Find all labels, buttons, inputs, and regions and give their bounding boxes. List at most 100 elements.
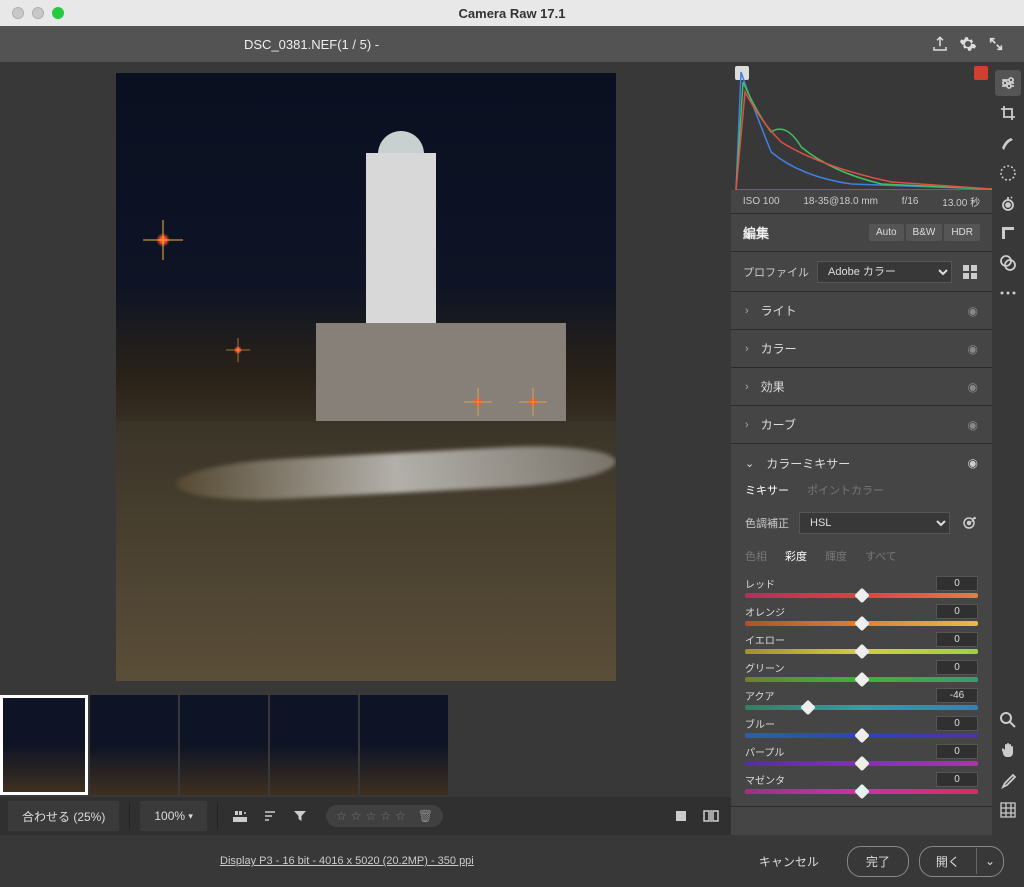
grid-view-icon[interactable] xyxy=(228,804,252,828)
slider-track[interactable] xyxy=(745,677,978,682)
filmstrip-thumb[interactable] xyxy=(180,695,268,795)
tool-strip xyxy=(992,62,1024,835)
profile-browser-icon[interactable] xyxy=(960,262,980,282)
histogram[interactable] xyxy=(731,62,992,190)
compare-split-icon[interactable] xyxy=(699,804,723,828)
export-icon[interactable] xyxy=(926,30,954,58)
slider-オレンジ: オレンジ 0 xyxy=(745,604,978,626)
settings-icon[interactable] xyxy=(954,30,982,58)
panel-curves[interactable]: ›カーブ◉ xyxy=(731,406,992,444)
presets-tool-icon[interactable] xyxy=(995,250,1021,276)
color-sampler-icon[interactable] xyxy=(995,767,1021,793)
footer-bar: Display P3 - 16 bit - 4016 x 5020 (20.2M… xyxy=(0,835,1024,887)
slider-アクア: アクア -46 xyxy=(745,688,978,710)
slider-value[interactable]: -46 xyxy=(936,688,978,703)
filmstrip-thumb[interactable] xyxy=(90,695,178,795)
photo-preview xyxy=(116,73,616,681)
tab-hue[interactable]: 色相 xyxy=(745,548,767,564)
zoom-100-button[interactable]: 100% ▾ xyxy=(140,801,207,831)
slider-label: マゼンタ xyxy=(745,772,785,787)
tab-point-color[interactable]: ポイントカラー xyxy=(807,482,884,498)
cancel-button[interactable]: キャンセル xyxy=(741,847,837,876)
slider-label: アクア xyxy=(745,688,775,703)
eye-icon[interactable]: ◉ xyxy=(968,342,978,356)
slider-value[interactable]: 0 xyxy=(936,576,978,591)
eye-icon[interactable]: ◉ xyxy=(968,380,978,394)
trash-icon[interactable]: 🗑 xyxy=(418,809,433,823)
slider-イエロー: イエロー 0 xyxy=(745,632,978,654)
slider-label: グリーン xyxy=(745,660,785,675)
hand-tool-icon[interactable] xyxy=(995,737,1021,763)
slider-グリーン: グリーン 0 xyxy=(745,660,978,682)
targeted-adjustment-icon[interactable] xyxy=(960,514,978,532)
filmstrip-thumb[interactable] xyxy=(360,695,448,795)
slider-value[interactable]: 0 xyxy=(936,744,978,759)
panel-header[interactable]: ⌄カラーミキサー◉ xyxy=(731,444,992,482)
snapshot-tool-icon[interactable] xyxy=(995,220,1021,246)
slider-value[interactable]: 0 xyxy=(936,716,978,731)
grid-icon[interactable] xyxy=(995,797,1021,823)
chevron-down-icon[interactable]: ⌄ xyxy=(976,848,1003,874)
open-button[interactable]: 開く⌄ xyxy=(919,846,1004,877)
eye-icon[interactable]: ◉ xyxy=(968,456,978,470)
star-icon[interactable]: ☆ xyxy=(351,809,362,823)
compare-single-icon[interactable] xyxy=(669,804,693,828)
tab-mixer[interactable]: ミキサー xyxy=(745,482,789,498)
done-button[interactable]: 完了 xyxy=(847,846,909,877)
panel-light[interactable]: ›ライト◉ xyxy=(731,292,992,330)
chevron-right-icon: › xyxy=(745,343,749,355)
profile-row: プロファイル Adobe カラー xyxy=(731,252,992,292)
chevron-right-icon: › xyxy=(745,419,749,431)
eye-icon[interactable]: ◉ xyxy=(968,304,978,318)
slider-ブルー: ブルー 0 xyxy=(745,716,978,738)
chevron-down-icon: ⌄ xyxy=(745,457,754,470)
star-icon[interactable]: ☆ xyxy=(365,809,376,823)
panel-color-mixer: ⌄カラーミキサー◉ ミキサー ポイントカラー 色調補正 HSL 色相 彩度 輝度… xyxy=(731,444,992,807)
edit-tool-icon[interactable] xyxy=(995,70,1021,96)
crop-tool-icon[interactable] xyxy=(995,100,1021,126)
filmstrip-thumb[interactable] xyxy=(270,695,358,795)
rating-stars[interactable]: ☆☆☆☆☆ 🗑 xyxy=(326,805,443,827)
slider-value[interactable]: 0 xyxy=(936,772,978,787)
hsl-mode-select[interactable]: HSL xyxy=(799,512,950,534)
star-icon[interactable]: ☆ xyxy=(395,809,406,823)
slider-track[interactable] xyxy=(745,789,978,794)
slider-value[interactable]: 0 xyxy=(936,660,978,675)
slider-track[interactable] xyxy=(745,705,978,710)
slider-track[interactable] xyxy=(745,761,978,766)
slider-value[interactable]: 0 xyxy=(936,632,978,647)
slider-track[interactable] xyxy=(745,649,978,654)
redeye-tool-icon[interactable] xyxy=(995,190,1021,216)
auto-button[interactable]: Auto xyxy=(869,224,904,241)
filmstrip xyxy=(0,691,731,797)
eye-icon[interactable]: ◉ xyxy=(968,418,978,432)
tab-saturation[interactable]: 彩度 xyxy=(785,548,807,564)
healing-tool-icon[interactable] xyxy=(995,130,1021,156)
hdr-button[interactable]: HDR xyxy=(944,224,980,241)
sort-icon[interactable] xyxy=(258,804,282,828)
fullscreen-icon[interactable] xyxy=(982,30,1010,58)
slider-track[interactable] xyxy=(745,593,978,598)
filter-icon[interactable] xyxy=(288,804,312,828)
profile-select[interactable]: Adobe カラー xyxy=(817,261,952,283)
zoom-tool-icon[interactable] xyxy=(995,707,1021,733)
chevron-right-icon: › xyxy=(745,305,749,317)
mask-tool-icon[interactable] xyxy=(995,160,1021,186)
tab-all[interactable]: すべて xyxy=(865,548,897,564)
star-icon[interactable]: ☆ xyxy=(336,809,347,823)
panel-effects[interactable]: ›効果◉ xyxy=(731,368,992,406)
bottom-toolbar: 合わせる (25%) 100% ▾ ☆☆☆☆☆ 🗑 xyxy=(0,797,731,835)
image-info-link[interactable]: Display P3 - 16 bit - 4016 x 5020 (20.2M… xyxy=(220,855,474,867)
app-title: Camera Raw 17.1 xyxy=(0,6,1024,21)
more-icon[interactable] xyxy=(995,280,1021,306)
bw-button[interactable]: B&W xyxy=(906,224,943,241)
star-icon[interactable]: ☆ xyxy=(380,809,391,823)
image-viewer[interactable] xyxy=(0,62,731,691)
slider-value[interactable]: 0 xyxy=(936,604,978,619)
panel-color[interactable]: ›カラー◉ xyxy=(731,330,992,368)
tab-luminance[interactable]: 輝度 xyxy=(825,548,847,564)
slider-track[interactable] xyxy=(745,621,978,626)
fit-zoom-button[interactable]: 合わせる (25%) xyxy=(8,801,119,831)
slider-track[interactable] xyxy=(745,733,978,738)
filmstrip-thumb[interactable] xyxy=(0,695,88,795)
